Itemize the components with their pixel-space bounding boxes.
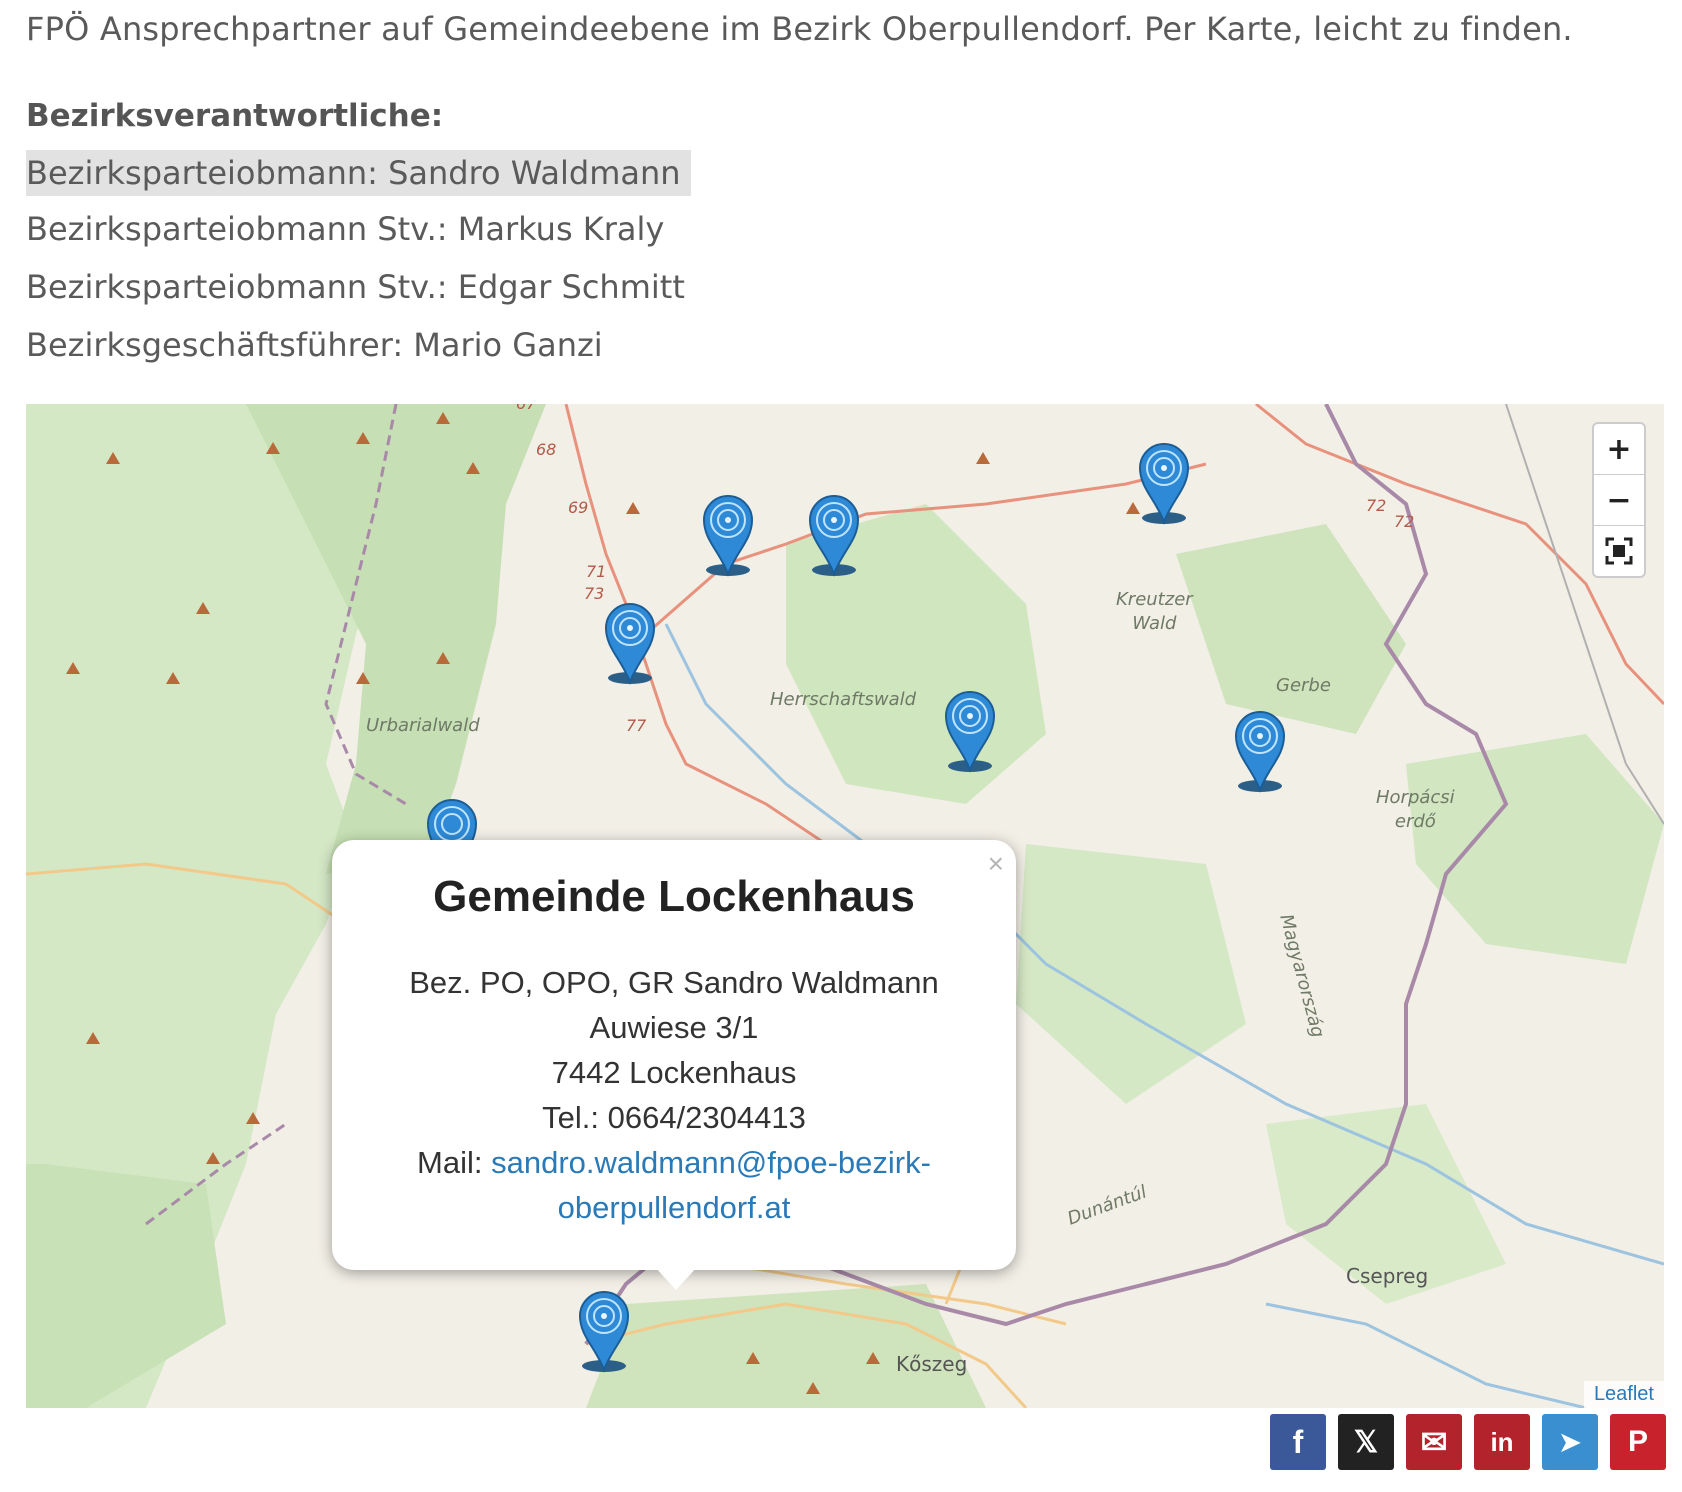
road-number: 71	[586, 562, 607, 581]
popup-mail-row: Mail: sandro.waldmann@fpoe-bezirk-	[332, 1140, 1016, 1185]
share-pinterest-button[interactable]: P	[1610, 1414, 1666, 1470]
zoom-out-button[interactable]: −	[1594, 475, 1644, 526]
facebook-icon: f	[1292, 1423, 1304, 1460]
responsible-line: Bezirksparteiobmann: Sandro Waldmann	[26, 150, 691, 196]
popup-body: Bez. PO, OPO, GR Sandro Waldmann Auwiese…	[332, 960, 1016, 1230]
map-marker[interactable]	[806, 492, 862, 578]
fullscreen-icon	[1605, 537, 1633, 565]
map-label-gerbe: Gerbe	[1276, 675, 1331, 696]
popup-contact-name: Bez. PO, OPO, GR Sandro Waldmann	[409, 965, 939, 1000]
popup-street: Auwiese 3/1	[589, 1010, 759, 1045]
map-marker[interactable]	[942, 688, 998, 774]
share-facebook-button[interactable]: f	[1270, 1414, 1326, 1470]
fullscreen-button[interactable]	[1594, 526, 1644, 576]
map-marker[interactable]	[602, 600, 658, 686]
map-popup: × Gemeinde Lockenhaus Bez. PO, OPO, GR S…	[332, 840, 1016, 1270]
popup-tip	[654, 1266, 698, 1290]
responsible-line: Bezirksgeschäftsführer: Mario Ganzi	[26, 326, 603, 364]
map-label-herrschaftswald: Herrschaftswald	[770, 689, 917, 710]
responsible-line: Bezirksparteiobmann Stv.: Markus Kraly	[26, 210, 665, 248]
linkedin-icon: in	[1490, 1426, 1514, 1457]
popup-mail-row-2: oberpullendorf.at	[332, 1185, 1016, 1230]
responsible-line: Bezirksparteiobmann Stv.: Edgar Schmitt	[26, 268, 685, 306]
email-icon: ✉	[1420, 1424, 1448, 1460]
intro-text: FPÖ Ansprechpartner auf Gemeindeebene im…	[26, 10, 1573, 48]
popup-title: Gemeinde Lockenhaus	[433, 872, 915, 921]
road-number: 68	[536, 440, 557, 459]
map[interactable]: Urbarialwald Herrschaftswald Kreutzer Wa…	[26, 404, 1664, 1408]
leaflet-attribution-link[interactable]: Leaflet	[1583, 1381, 1664, 1408]
share-email-button[interactable]: ✉	[1406, 1414, 1462, 1470]
road-number: 67	[516, 404, 536, 413]
popup-city: 7442 Lockenhaus	[551, 1055, 797, 1090]
share-telegram-button[interactable]: ➤	[1542, 1414, 1598, 1470]
map-marker[interactable]	[1136, 440, 1192, 526]
popup-mail-label: Mail:	[417, 1145, 492, 1180]
telegram-icon: ➤	[1559, 1426, 1581, 1457]
share-x-button[interactable]: 𝕏	[1338, 1414, 1394, 1470]
popup-phone: Tel.: 0664/2304413	[542, 1100, 806, 1135]
popup-mail-link-continued[interactable]: oberpullendorf.at	[558, 1190, 791, 1225]
road-number: 72	[1394, 512, 1415, 531]
road-number: 77	[626, 716, 647, 735]
responsibles-heading: Bezirksverantwortliche:	[26, 98, 444, 134]
map-label-csepreg: Csepreg	[1346, 1264, 1429, 1288]
zoom-in-button[interactable]: +	[1594, 424, 1644, 475]
popup-mail-link[interactable]: sandro.waldmann@fpoe-bezirk-	[491, 1145, 931, 1180]
popup-close-button[interactable]: ×	[988, 848, 1004, 880]
pinterest-icon: P	[1627, 1425, 1648, 1458]
road-number: 69	[568, 498, 589, 517]
road-number: 72	[1366, 496, 1387, 515]
map-label-kreutzer-wald: Kreutzer Wald	[1116, 589, 1193, 634]
x-icon: 𝕏	[1353, 1425, 1379, 1459]
zoom-control: + −	[1592, 422, 1646, 578]
map-marker[interactable]	[1232, 708, 1288, 794]
map-marker-lockenhaus[interactable]	[576, 1288, 632, 1374]
map-label-urbarialwald: Urbarialwald	[366, 715, 480, 736]
share-linkedin-button[interactable]: in	[1474, 1414, 1530, 1470]
map-label-koszeg: Kőszeg	[896, 1352, 968, 1376]
map-label-horpacsi: Horpácsi erdő	[1376, 787, 1455, 832]
map-marker[interactable]	[700, 492, 756, 578]
